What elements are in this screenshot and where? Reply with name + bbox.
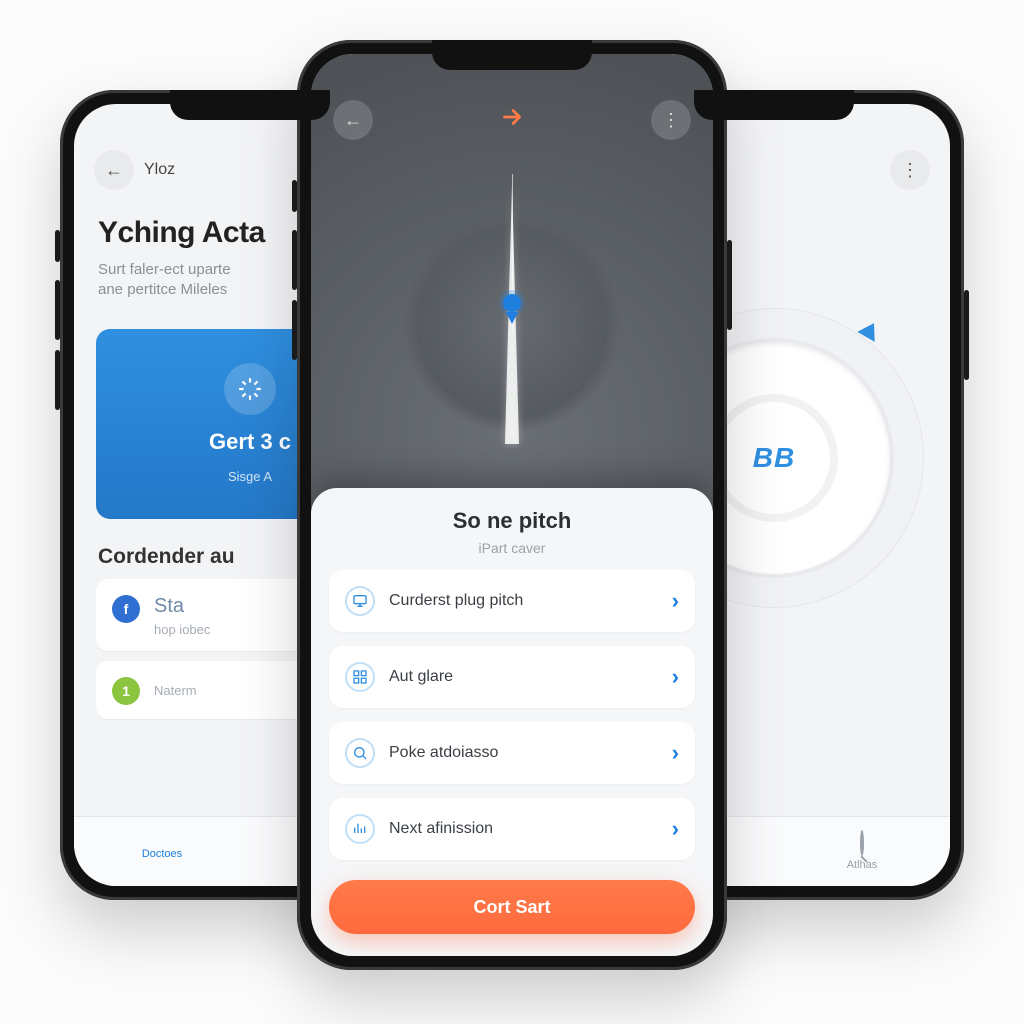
phone-center: So ne pitch iPart caver Curderst plug pi… <box>297 40 727 970</box>
left-card-title: Gert 3 c <box>209 429 291 455</box>
tab-home[interactable]: Doctoes <box>74 817 250 886</box>
more-button[interactable] <box>890 150 930 190</box>
dial-label: BB <box>753 442 795 474</box>
center-screen: So ne pitch iPart caver Curderst plug pi… <box>311 54 713 956</box>
chevron-right-icon: › <box>672 740 679 766</box>
tab-label: Doctoes <box>142 848 182 860</box>
back-button[interactable] <box>333 100 373 140</box>
option-label: Curderst plug pitch <box>389 592 658 610</box>
option-aut-glare[interactable]: Aut glare › <box>329 646 695 708</box>
option-next[interactable]: Next afinission › <box>329 798 695 860</box>
back-button[interactable] <box>94 150 134 190</box>
monitor-icon <box>345 586 375 616</box>
back-icon <box>344 110 362 131</box>
more-button[interactable] <box>651 100 691 140</box>
start-button-label: Cort Sart <box>473 897 550 918</box>
facebook-icon: f <box>112 595 140 623</box>
spark-icon <box>224 363 276 415</box>
left-hero-sub1: Surt faler-ect uparte <box>98 261 231 278</box>
list-item-sub: hop iobec <box>154 622 210 637</box>
option-poke[interactable]: Poke atdoiasso › <box>329 722 695 784</box>
chevron-right-icon: › <box>672 588 679 614</box>
option-current-pitch[interactable]: Curderst plug pitch › <box>329 570 695 632</box>
bars-icon <box>345 814 375 844</box>
compass-pin-icon <box>503 294 521 312</box>
list-item-sub: Naterm <box>154 683 197 698</box>
search-icon <box>345 738 375 768</box>
step-badge: 1 <box>112 677 140 705</box>
list-item-label: Sta <box>154 595 210 618</box>
more-icon <box>662 110 680 131</box>
left-topbar-title: Yloz <box>144 161 175 179</box>
tab-atlhas[interactable]: Atlhas <box>774 817 950 886</box>
option-label: Aut glare <box>389 668 658 686</box>
option-label: Next afinission <box>389 820 658 838</box>
sheet-subtitle: iPart caver <box>329 540 695 556</box>
chevron-right-icon: › <box>672 816 679 842</box>
sheet-title: So ne pitch <box>329 508 695 534</box>
left-card-sub: Sisge A <box>228 469 272 484</box>
start-button[interactable]: Cort Sart <box>329 880 695 934</box>
notch <box>432 40 592 70</box>
grid-icon <box>345 662 375 692</box>
left-hero-sub2: ane pertitce Mileles <box>98 281 227 298</box>
compass <box>362 174 662 474</box>
back-icon <box>105 160 123 181</box>
notch <box>694 90 854 120</box>
tab-label: Atlhas <box>847 859 878 871</box>
chevron-right-icon: › <box>672 664 679 690</box>
bottom-sheet: So ne pitch iPart caver Curderst plug pi… <box>311 488 713 956</box>
option-label: Poke atdoiasso <box>389 744 658 762</box>
notch <box>170 90 330 120</box>
search-icon <box>860 830 864 856</box>
direction-arrow-icon <box>499 104 525 137</box>
more-icon <box>901 160 919 181</box>
